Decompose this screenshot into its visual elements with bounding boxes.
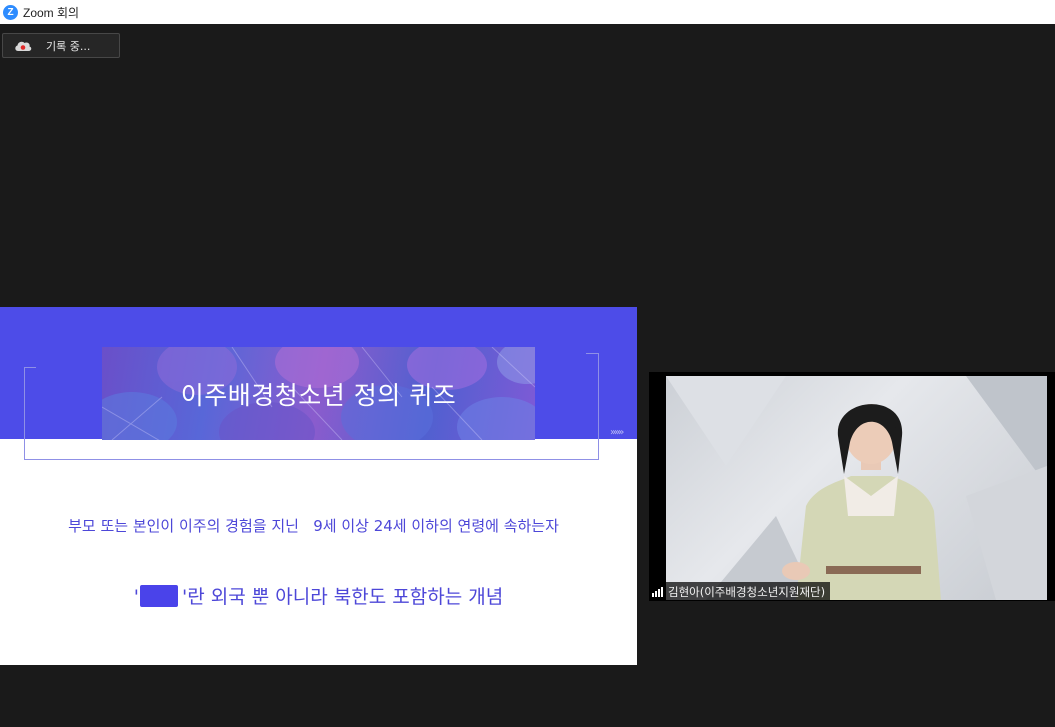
participant-video-feed: [666, 376, 1047, 600]
slide-frame-line: [24, 367, 36, 368]
slide-frame-line: [598, 353, 599, 460]
zoom-logo-icon: Z: [3, 4, 18, 20]
participant-video-tile[interactable]: 김현아(이주배경청소년지원재단): [649, 372, 1055, 601]
concept-text: ' '란 외국 뿐 아니라 북한도 포함하는 개념: [0, 582, 637, 609]
window-title: Zoom 회의: [23, 5, 80, 20]
quiz-blank-box: [140, 585, 179, 607]
signal-strength-icon: [652, 586, 663, 597]
chevron-decoration-icon: »»»: [610, 427, 624, 438]
presenter-figure: [666, 376, 1047, 600]
participant-name: 김현아(이주배경청소년지원재단): [668, 584, 826, 599]
slide-frame-line: [24, 367, 25, 460]
shared-screen-slide: 이주배경청소년 정의 퀴즈 »»» 부모 또는 본인이 이주의 경험을 지닌 9…: [0, 307, 637, 665]
cloud-record-icon: [15, 41, 32, 51]
concept-quote-open: ': [133, 586, 140, 608]
window-titlebar: Z Zoom 회의: [0, 0, 1055, 24]
slide-frame-line: [586, 353, 598, 354]
slide-frame-line: [24, 459, 598, 460]
participant-name-tag: 김현아(이주배경청소년지원재단): [649, 582, 831, 601]
umbrella-banner-image: 이주배경청소년 정의 퀴즈: [102, 347, 535, 440]
slide-title: 이주배경청소년 정의 퀴즈: [180, 380, 457, 410]
recording-label: 기록 중...: [46, 39, 91, 53]
definition-text: 부모 또는 본인이 이주의 경험을 지닌 9세 이상 24세 이하의 연령에 속…: [68, 517, 559, 535]
recording-indicator[interactable]: 기록 중...: [2, 33, 120, 58]
concept-suffix: '란 외국 뿐 아니라 북한도 포함하는 개념: [182, 586, 504, 608]
